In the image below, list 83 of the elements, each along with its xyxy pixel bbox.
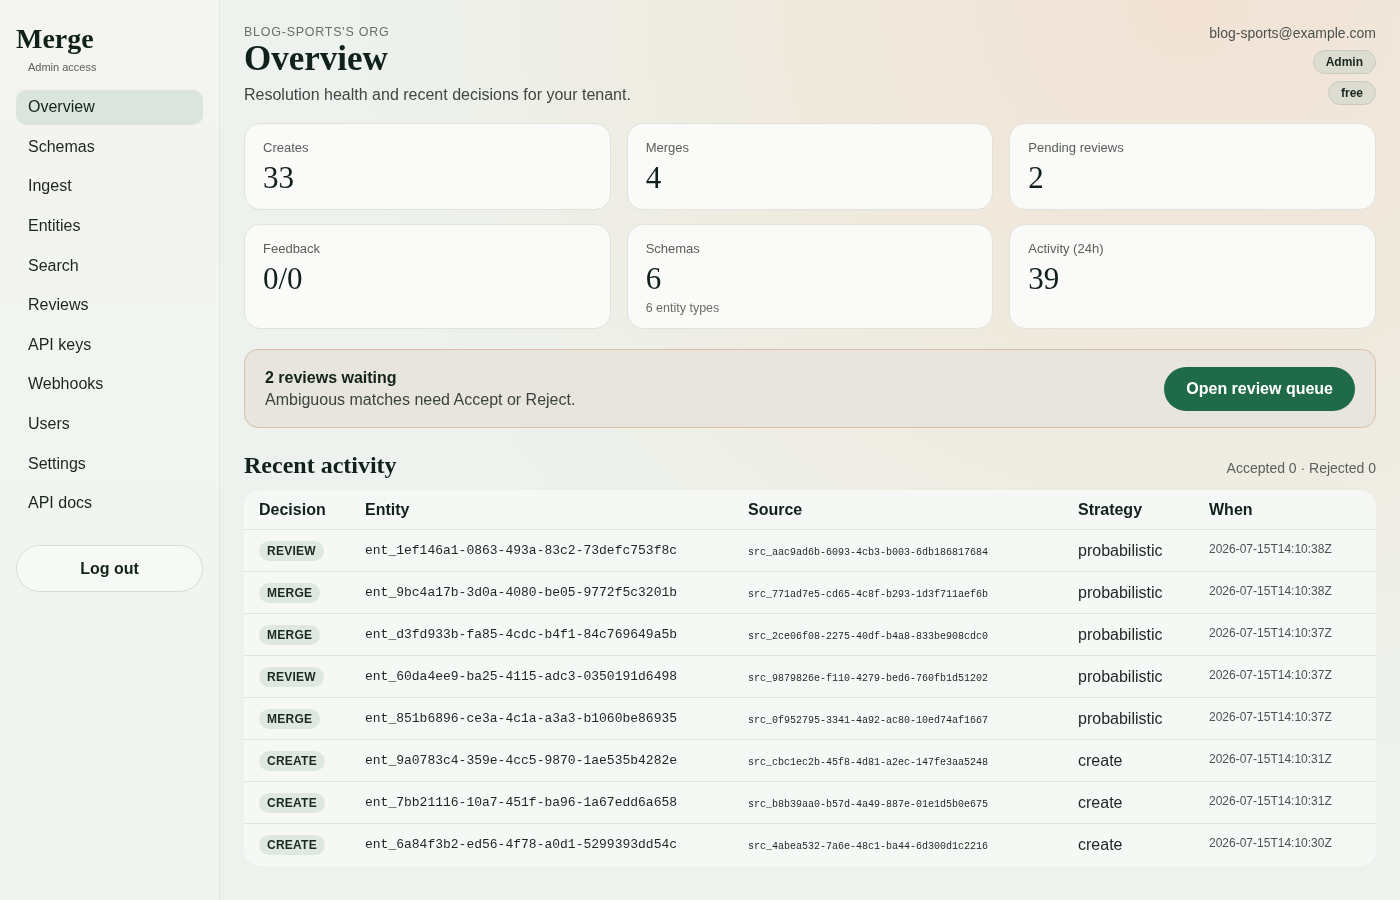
nav-item[interactable]: Schemas (16, 129, 203, 165)
stat-label: Schemas (645, 240, 700, 258)
column-header: Source (748, 499, 803, 520)
nav-item[interactable]: Search (16, 247, 203, 284)
table-cell-text: 2026-07-15T14:10:38Z (1209, 540, 1332, 558)
nav-item[interactable]: Webhooks (16, 366, 203, 403)
decision-tag: REVIEW (259, 540, 324, 561)
banner-message: Ambiguous matches need Accept or Reject. (265, 389, 576, 410)
table-cell-text: src_9879826e-f110-4279-bed6-760fb1d51202 (748, 671, 989, 686)
open-queue-button[interactable]: Open review queue (1164, 366, 1355, 411)
table-cell-text: probabilistic (1078, 708, 1163, 729)
table-cell-text: ent_1ef146a1-0863-493a-83c2-73defc753f8c (365, 541, 678, 560)
column-header: When (1209, 499, 1253, 520)
org-label: BLOG-SPORTS'S ORG (244, 24, 390, 40)
stat-value: 6 (645, 260, 662, 298)
table-cell-text: ent_851b6896-ce3a-4c1a-a3a3-b1060be86935 (365, 709, 678, 728)
nav-item[interactable]: Settings (16, 445, 203, 482)
nav-item[interactable]: Ingest (16, 168, 203, 205)
review-summary: Accepted 0 · Rejected 0 (1226, 459, 1376, 478)
nav-item[interactable]: Users (16, 406, 203, 442)
table-cell-text: 2026-07-15T14:10:30Z (1209, 835, 1332, 852)
table-cell-text: 2026-07-15T14:10:37Z (1209, 666, 1332, 684)
stat-label: Activity (24h) (1028, 240, 1104, 258)
section-title: Recent activity (244, 451, 397, 480)
nav-item[interactable]: API docs (16, 485, 203, 522)
table-cell-text: ent_60da4ee9-ba25-4115-adc3-0350191d6498 (365, 667, 678, 686)
logout-button[interactable]: Log out (16, 545, 203, 593)
table-cell-text: probabilistic (1078, 582, 1163, 603)
nav-item[interactable]: API keys (16, 327, 203, 363)
page-title: Overview (244, 40, 388, 78)
account-tag: free (1328, 81, 1376, 105)
table-cell-text: create (1078, 835, 1123, 855)
decision-tag: MERGE (259, 624, 321, 645)
page-description: Resolution health and recent decisions for your tenant. (244, 85, 631, 105)
account-tag: Admin (1312, 50, 1376, 74)
stat-value: 4 (645, 159, 662, 197)
table-cell-text: src_aac9ad6b-6093-4cb3-b003-6db186817684 (748, 545, 989, 560)
stat-value: 0/0 (263, 260, 303, 298)
table-cell-text: src_771ad7e5-cd65-4c8f-b293-1d3f711aef6b (748, 587, 989, 602)
table-cell-text: 2026-07-15T14:10:31Z (1209, 792, 1332, 810)
brand-title: Merge (16, 22, 94, 56)
table-cell-text: src_4abea532-7a6e-48c1-ba44-6d300d1c2216 (748, 840, 989, 854)
stat-label: Creates (263, 139, 309, 157)
nav-item[interactable]: Entities (16, 208, 203, 244)
table-cell-text: ent_7bb21116-10a7-451f-ba96-1a67edd6a658 (365, 793, 678, 812)
stat-label: Merges (645, 139, 689, 157)
access-label: Admin access (28, 60, 97, 75)
table-cell-text: src_b8b39aa0-b57d-4a49-887e-01e1d5b0e675 (748, 797, 989, 812)
stat-note: 6 entity types (645, 300, 720, 316)
table-cell-text: probabilistic (1078, 540, 1163, 561)
stat-label: Pending reviews (1028, 139, 1124, 157)
table-cell-text: ent_9a0783c4-359e-4cc5-9870-1ae535b4282e (365, 751, 678, 770)
table-cell-text: src_0f952795-3341-4a92-ac80-10ed74af1667 (748, 713, 989, 728)
decision-tag: MERGE (259, 582, 321, 603)
stat-label: Feedback (263, 240, 321, 258)
decision-tag: CREATE (259, 792, 325, 813)
nav-item[interactable]: Reviews (16, 287, 203, 324)
account-email: blog-sports@example.com (1209, 24, 1376, 43)
table-cell-text: create (1078, 792, 1123, 813)
decision-tag: CREATE (259, 835, 325, 855)
column-header: Strategy (1078, 499, 1143, 520)
table-cell-text: 2026-07-15T14:10:31Z (1209, 750, 1332, 768)
table-cell-text: src_cbc1ec2b-45f8-4d81-a2ec-147fe3aa5248 (748, 755, 989, 770)
stat-value: 2 (1028, 159, 1044, 197)
table-cell-text: 2026-07-15T14:10:38Z (1209, 582, 1332, 600)
column-header: Entity (365, 499, 410, 520)
table-cell-text: src_2ce06f08-2275-40df-b4a8-833be908cdc0 (748, 629, 989, 644)
table-cell-text: ent_9bc4a17b-3d0a-4080-be05-9772f5c3201b (365, 583, 678, 602)
table-cell-text: create (1078, 750, 1123, 771)
banner-title: 2 reviews waiting (265, 367, 397, 388)
column-header: Decision (259, 499, 326, 520)
decision-tag: REVIEW (259, 666, 324, 687)
decision-tag: MERGE (259, 708, 321, 729)
stat-value: 33 (263, 159, 294, 197)
stat-value: 39 (1028, 260, 1060, 298)
decision-tag: CREATE (259, 750, 325, 771)
table-cell-text: ent_6a84f3b2-ed56-4f78-a0d1-5299393dd54c (365, 836, 678, 855)
table-cell-text: probabilistic (1078, 624, 1163, 645)
table-cell-text: 2026-07-15T14:10:37Z (1209, 624, 1332, 642)
table-cell-text: 2026-07-15T14:10:37Z (1209, 708, 1332, 726)
nav-item[interactable]: Overview (16, 89, 203, 126)
table-cell-text: ent_d3fd933b-fa85-4cdc-b4f1-84c769649a5b (365, 625, 678, 644)
table-cell-text: probabilistic (1078, 666, 1163, 687)
